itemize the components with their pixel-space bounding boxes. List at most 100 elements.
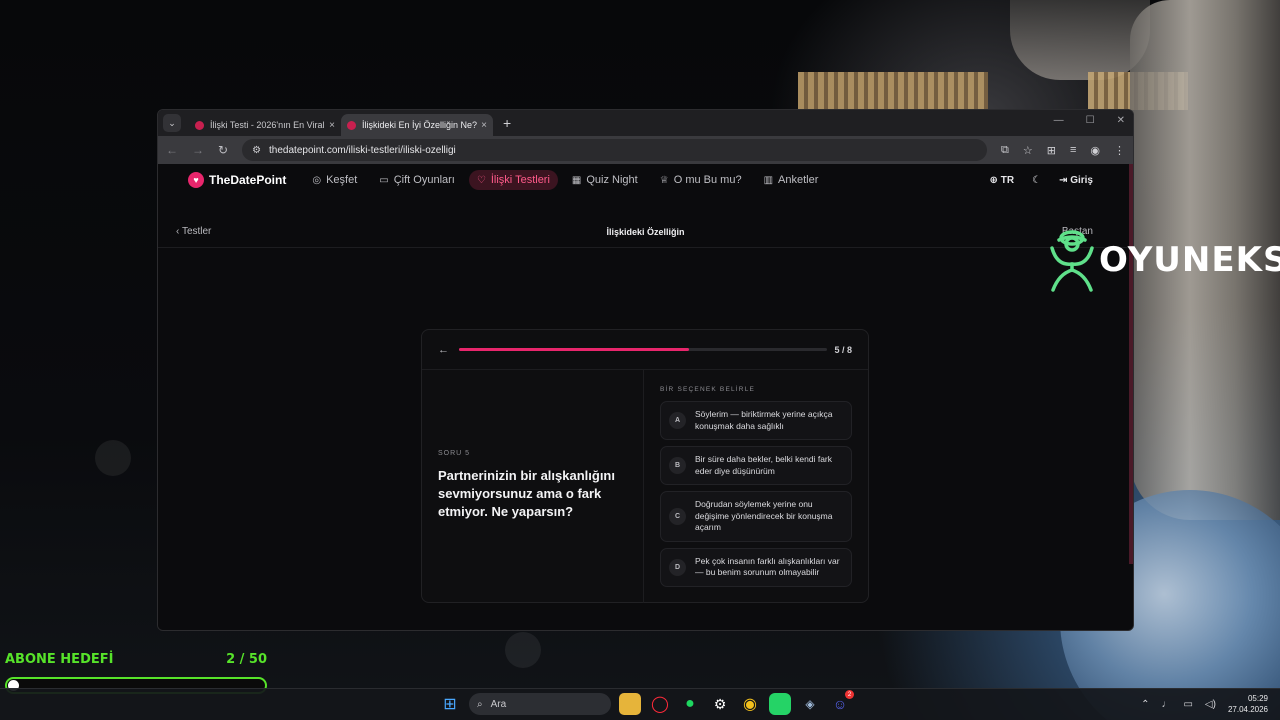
close-window-icon[interactable]: ✕ bbox=[1117, 115, 1125, 126]
close-tab-icon[interactable]: × bbox=[329, 120, 335, 131]
app-cube-icon[interactable]: ◈ bbox=[799, 693, 821, 715]
site-navbar: ♥ TheDatePoint ◎ Keşfet ▭ Çift Oyunları … bbox=[158, 164, 1133, 196]
window-controls: — ☐ ✕ bbox=[1054, 115, 1125, 126]
site-info-icon[interactable]: ⚙ bbox=[252, 145, 261, 156]
extensions-icon[interactable]: ⊞ bbox=[1047, 144, 1056, 157]
profile-icon[interactable]: ◉ bbox=[1090, 144, 1100, 157]
question-number: SORU 5 bbox=[438, 450, 471, 457]
theme-toggle-moon-icon[interactable]: ☾ bbox=[1032, 175, 1041, 186]
tray-chevron-up-icon[interactable]: ⌃ bbox=[1141, 699, 1149, 710]
gamepad-icon: ▭ bbox=[379, 174, 389, 186]
clock[interactable]: 05:29 27.04.2026 bbox=[1228, 693, 1268, 715]
url-text: thedatepoint.com/iliski-testleri/iliski-… bbox=[269, 144, 456, 156]
microphone-icon[interactable]: ♩ bbox=[1161, 699, 1171, 710]
back-to-tests-link[interactable]: ‹ Testler bbox=[176, 226, 211, 237]
answer-option-d[interactable]: D Pek çok insanın farklı alışkanlıkları … bbox=[660, 547, 852, 587]
tab-title: İlişkideki En İyi Özelliğin Ne? - T bbox=[362, 120, 478, 130]
login-icon: ⇥ bbox=[1059, 174, 1068, 186]
browser-window: ⌄ İlişki Testi - 2026'nın En Viral Te × … bbox=[157, 109, 1134, 631]
nav-item-iliski-testleri[interactable]: ♡ İlişki Testleri bbox=[468, 170, 558, 190]
reload-icon[interactable]: ↻ bbox=[218, 143, 228, 157]
globe-icon: ⊕ bbox=[989, 174, 998, 186]
new-tab-icon[interactable]: + bbox=[503, 115, 511, 131]
whatsapp-icon[interactable] bbox=[769, 693, 791, 715]
url-input[interactable]: ⚙ thedatepoint.com/iliski-testleri/ilisk… bbox=[242, 139, 988, 161]
time: 05:29 bbox=[1247, 694, 1268, 703]
page-scrollbar[interactable] bbox=[1129, 164, 1133, 564]
browser-tab-active[interactable]: İlişkideki En İyi Özelliğin Ne? - T × bbox=[341, 114, 493, 136]
media-control-icon[interactable]: ≡ bbox=[1070, 144, 1076, 157]
space-station-module bbox=[1010, 0, 1150, 80]
page-title: İlişkideki Özelliğin bbox=[606, 226, 685, 237]
taskbar-search[interactable]: ⌕ Ara bbox=[469, 693, 611, 715]
oyuneks-logo-icon bbox=[1050, 230, 1094, 292]
nav-item-anketler[interactable]: ▥ Anketler bbox=[756, 170, 827, 190]
nav-item-cift-oyunlari[interactable]: ▭ Çift Oyunları bbox=[371, 170, 463, 190]
close-tab-icon[interactable]: × bbox=[481, 120, 487, 131]
site-logo[interactable]: ♥ TheDatePoint bbox=[188, 172, 286, 188]
nav-item-label: Keşfet bbox=[326, 174, 358, 186]
previous-question-arrow-icon[interactable]: ← bbox=[438, 344, 449, 356]
bokeh-light bbox=[505, 632, 541, 668]
bokeh-light bbox=[95, 440, 131, 476]
search-placeholder: Ara bbox=[490, 698, 507, 710]
address-bar: ← → ↻ ⚙ thedatepoint.com/iliski-testleri… bbox=[158, 136, 1133, 164]
question-pane: SORU 5 Partnerinizin bir alışkanlığını s… bbox=[422, 370, 644, 603]
nav-item-o-mu-bu-mu[interactable]: ♕ O mu Bu mu? bbox=[652, 170, 750, 190]
tab-search-button[interactable]: ⌄ bbox=[163, 114, 181, 132]
option-key: C bbox=[669, 507, 686, 525]
file-explorer-icon[interactable] bbox=[619, 693, 641, 715]
question-counter: 5 / 8 bbox=[834, 344, 852, 355]
brand-text-accent: Point bbox=[256, 173, 287, 187]
bookmark-star-icon[interactable]: ☆ bbox=[1023, 144, 1033, 157]
nav-item-label: Çift Oyunları bbox=[393, 174, 455, 186]
tab-title: İlişki Testi - 2026'nın En Viral Te bbox=[210, 120, 326, 130]
windows-start-icon[interactable]: ⊞ bbox=[439, 693, 461, 715]
option-key: B bbox=[669, 457, 686, 474]
brand-text: TheDate bbox=[209, 173, 257, 187]
nav-item-label: Quiz Night bbox=[586, 174, 638, 186]
install-app-icon[interactable]: ⧉ bbox=[1001, 144, 1009, 157]
maximize-icon[interactable]: ☐ bbox=[1086, 115, 1095, 126]
quiz-progress-row: ← 5 / 8 bbox=[422, 330, 868, 370]
steam-icon[interactable]: ⚙ bbox=[709, 693, 731, 715]
login-button[interactable]: ⇥ Giriş bbox=[1059, 175, 1093, 186]
language-switch[interactable]: ⊕ TR bbox=[990, 175, 1015, 186]
site-favicon-icon bbox=[195, 120, 204, 130]
option-key: A bbox=[669, 412, 686, 429]
search-icon: ⌕ bbox=[477, 698, 483, 710]
site-favicon-icon bbox=[347, 120, 356, 130]
quiz-card-body: SORU 5 Partnerinizin bir alışkanlığını s… bbox=[422, 370, 868, 603]
display-icon[interactable]: ▭ bbox=[1183, 699, 1192, 710]
nav-item-quiz-night[interactable]: ▦ Quiz Night bbox=[564, 170, 646, 190]
back-arrow-icon[interactable]: ← bbox=[166, 143, 178, 157]
browser-tab[interactable]: İlişki Testi - 2026'nın En Viral Te × bbox=[189, 114, 341, 136]
login-label: Giriş bbox=[1070, 174, 1093, 186]
menu-kebab-icon[interactable]: ⋮ bbox=[1114, 144, 1125, 157]
options-pane: BİR SEÇENEK BELİRLE A Söylerim — birikti… bbox=[644, 370, 868, 603]
compass-icon: ◎ bbox=[312, 174, 322, 186]
goal-count: 2 / 50 bbox=[226, 652, 267, 667]
nav-item-kesfet[interactable]: ◎ Keşfet bbox=[304, 170, 365, 190]
main-nav: ◎ Keşfet ▭ Çift Oyunları ♡ İlişki Testle… bbox=[304, 170, 826, 190]
question-text: Partnerinizin bir alışkanlığını sevmiyor… bbox=[438, 468, 615, 519]
answer-option-a[interactable]: A Söylerim — biriktirmek yerine açıkça k… bbox=[660, 401, 852, 440]
browser-tools: ⧉ ☆ ⊞ ≡ ◉ ⋮ bbox=[1001, 144, 1125, 157]
discord-icon[interactable]: ☺ 2 bbox=[829, 690, 854, 715]
opera-icon[interactable]: ◯ bbox=[649, 693, 671, 715]
back-label: Testler bbox=[181, 226, 212, 237]
chrome-icon[interactable]: ◉ bbox=[739, 693, 761, 715]
volume-icon[interactable]: ◁) bbox=[1205, 699, 1216, 710]
quiz-progress-fill bbox=[459, 348, 689, 351]
spotify-icon[interactable]: ● bbox=[679, 693, 701, 715]
taskbar: ⊞ ⌕ Ara ◯ ● ⚙ ◉ ◈ ☺ 2 ⌃ ♩ ▭ ◁) 05:29 27.… bbox=[0, 688, 1280, 720]
nav-item-label: O mu Bu mu? bbox=[673, 174, 742, 186]
minimize-icon[interactable]: — bbox=[1054, 115, 1064, 126]
oyuneks-watermark: OYUNEKS bbox=[1047, 226, 1280, 294]
goal-label: ABONE HEDEFİ bbox=[5, 652, 114, 667]
forward-arrow-icon[interactable]: → bbox=[192, 143, 204, 157]
answer-option-b[interactable]: B Bir süre daha bekler, belki kendi fark… bbox=[660, 446, 852, 485]
trophy-icon: ♕ bbox=[659, 174, 669, 186]
option-text: Doğrudan söylemek yerine onu değişime yö… bbox=[695, 499, 833, 532]
answer-option-c[interactable]: C Doğrudan söylemek yerine onu değişime … bbox=[660, 491, 852, 542]
